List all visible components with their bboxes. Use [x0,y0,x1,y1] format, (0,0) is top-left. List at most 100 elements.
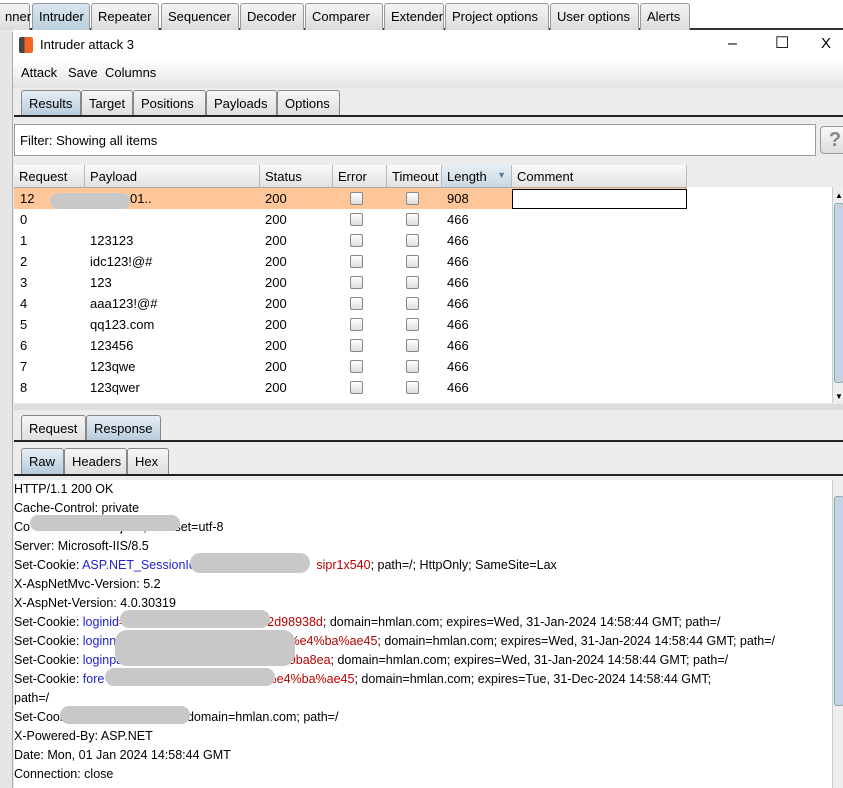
cell-length: 466 [447,338,469,353]
tab-payloads[interactable]: Payloads [206,90,277,116]
minimize-button[interactable]: – [728,35,737,53]
response-line: X-AspNetMvc-Version: 5.2 [14,577,161,591]
column-header-status[interactable]: Status [260,165,333,188]
menu-columns[interactable]: Columns [105,65,156,80]
timeout-checkbox [406,255,419,268]
close-button[interactable]: X [821,35,831,52]
column-header-payload[interactable]: Payload [85,165,260,188]
help-button[interactable]: ? [820,126,843,154]
response-line: Server: Microsoft-IIS/8.5 [14,539,149,553]
tab-results[interactable]: Results [21,90,81,116]
top-tab-scanner[interactable]: nner [0,3,31,30]
response-line: Connection: close [14,767,113,781]
header-text: ; domain=hmlan.com; expires=Tue, 31-Dec-… [354,672,712,686]
cell-length: 466 [447,317,469,332]
error-checkbox [350,339,363,352]
error-checkbox [350,360,363,373]
title-bar: Intruder attack 3 – ☐ X [13,30,843,60]
header-text: Set-Cookie: [14,558,83,572]
response-line: Cache-Control: private [14,501,139,515]
top-tab-user-options[interactable]: User options [550,3,639,30]
timeout-checkbox [406,213,419,226]
cell-status: 200 [265,212,287,227]
top-tab-sequencer[interactable]: Sequencer [161,3,239,30]
tab-response[interactable]: Response [86,415,161,441]
table-row[interactable]: 7 123qwe 200 466 [14,356,687,377]
timeout-checkbox [406,297,419,310]
response-scrollbar[interactable] [832,480,843,788]
scroll-up-icon[interactable]: ▲ [835,191,843,200]
timeout-checkbox [406,276,419,289]
top-tab-repeater[interactable]: Repeater [91,3,159,30]
filter-bar[interactable]: Filter: Showing all items [14,124,816,156]
column-header-length[interactable]: Length ▼ [442,165,512,188]
tab-target[interactable]: Target [81,90,133,116]
error-checkbox [350,192,363,205]
table-row[interactable]: 5 qq123.com 200 466 [14,314,687,335]
top-tab-intruder[interactable]: Intruder [32,3,90,30]
maximize-button[interactable]: ☐ [775,33,789,53]
tab-options[interactable]: Options [277,90,340,116]
table-scrollbar[interactable]: ▲ ▼ [832,187,843,403]
top-tab-alerts[interactable]: Alerts [640,3,690,30]
table-row[interactable]: 6 123456 200 466 [14,335,687,356]
tab-headers[interactable]: Headers [64,448,127,474]
cell-request: 8 [20,380,28,395]
tab-divider [14,115,843,117]
tab-positions[interactable]: Positions [133,90,206,116]
cell-request: 1 [20,233,28,248]
table-row[interactable]: 1 123123 200 466 [14,230,687,251]
column-header-request[interactable]: Request [14,165,85,188]
table-row[interactable]: 0 200 466 [14,209,687,230]
cell-status: 200 [265,380,287,395]
header-text: Set-Cookie: [14,672,83,686]
header-text: Server: Microsoft-IIS/8.5 [14,539,149,553]
timeout-checkbox [406,381,419,394]
table-row[interactable]: 8 123qwer 200 466 [14,377,687,398]
error-checkbox [350,276,363,289]
cell-length: 466 [447,380,469,395]
tab-request[interactable]: Request [21,415,86,441]
top-tab-extender[interactable]: Extender [384,3,444,30]
header-text: ; path=/; HttpOnly; SameSite=Lax [370,558,557,572]
cell-payload: 123qwer [90,380,140,395]
burp-logo-icon [19,37,33,53]
cell-status: 200 [265,317,287,332]
table-row[interactable]: 2 idc123!@# 200 466 [14,251,687,272]
response-line: X-AspNet-Version: 4.0.30319 [14,596,176,610]
top-tab-project-options[interactable]: Project options [445,3,549,30]
response-line: Date: Mon, 01 Jan 2024 14:58:44 GMT [14,748,231,762]
header-text: ; domain=hmlan.com; expires=Wed, 31-Jan-… [377,634,775,648]
cell-payload: idc123!@# [90,254,153,269]
tab-divider [14,440,843,442]
sort-descending-icon: ▼ [497,170,506,180]
table-row[interactable]: 4 aaa123!@# 200 466 [14,293,687,314]
comment-input[interactable] [512,189,687,209]
cell-request: 0 [20,212,28,227]
response-scrollbar-thumb[interactable] [834,496,843,706]
column-header-timeout[interactable]: Timeout [387,165,442,188]
top-tab-decoder[interactable]: Decoder [240,3,304,30]
table-scrollbar-thumb[interactable] [834,203,843,383]
menu-save[interactable]: Save [68,65,98,80]
header-text: HTTP/1.1 200 OK [14,482,114,496]
tab-raw[interactable]: Raw [21,448,64,474]
timeout-checkbox [406,234,419,247]
header-text: Co [14,520,30,534]
split-pane-divider[interactable] [14,404,843,410]
tab-hex[interactable]: Hex [127,448,169,474]
column-header-comment[interactable]: Comment [512,165,687,188]
cell-length: 466 [447,359,469,374]
column-header-error[interactable]: Error [333,165,387,188]
cookie-name: loginn [82,634,117,648]
scroll-down-icon[interactable]: ▼ [835,392,843,401]
cell-status: 200 [265,275,287,290]
cell-length: 466 [447,254,469,269]
header-text: Set-Cookie: [14,653,83,667]
redaction [115,630,295,666]
cell-length: 466 [447,233,469,248]
error-checkbox [350,318,363,331]
table-row[interactable]: 3 123 200 466 [14,272,687,293]
top-tab-comparer[interactable]: Comparer [305,3,383,30]
menu-attack[interactable]: Attack [21,65,57,80]
